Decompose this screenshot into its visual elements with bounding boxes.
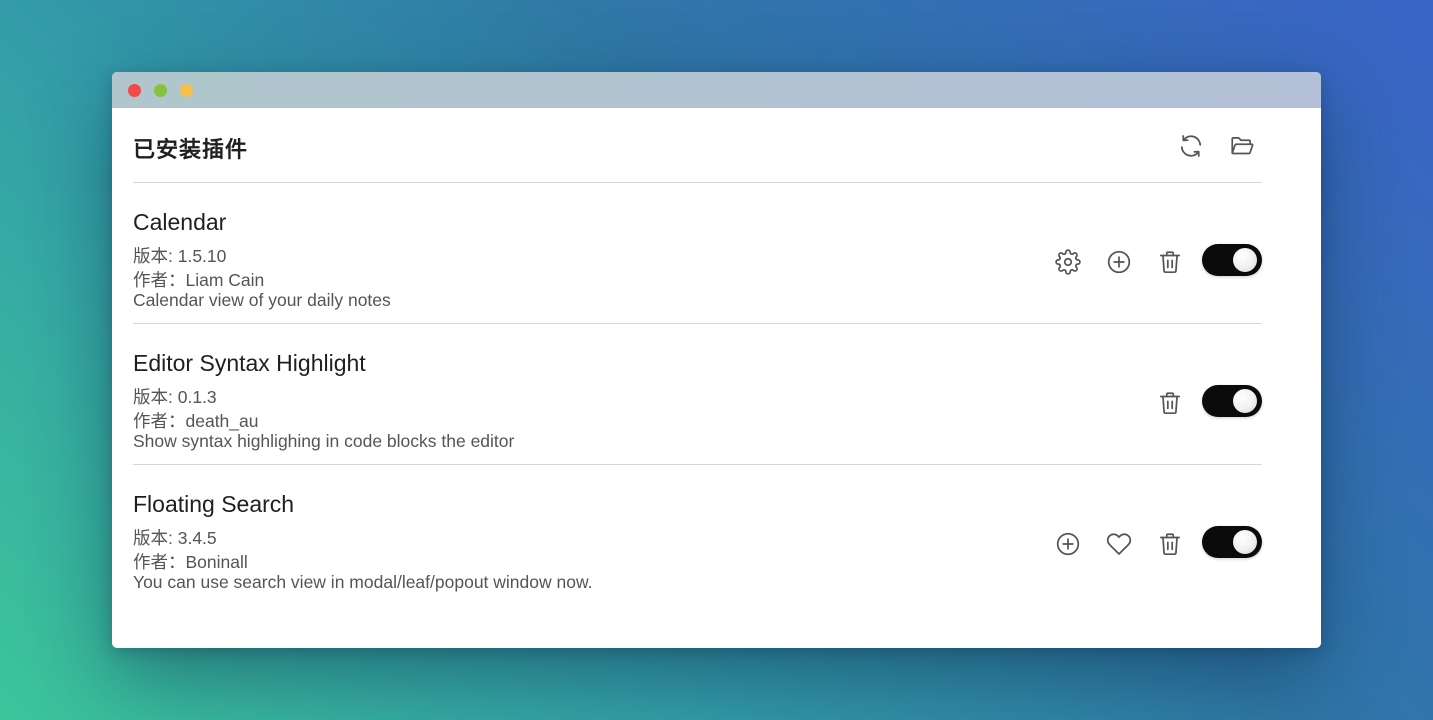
plugin-version: 版本: 3.4.5 — [133, 528, 217, 548]
toggle-knob — [1233, 389, 1257, 413]
toggle-knob — [1233, 530, 1257, 554]
heart-icon — [1106, 533, 1132, 555]
zoom-window-button[interactable] — [180, 84, 193, 97]
panel-header: 已安装插件 — [133, 108, 1262, 183]
gear-icon — [1055, 249, 1081, 275]
plugin-uninstall-button[interactable] — [1153, 245, 1187, 279]
plugin-description: Show syntax highlighing in code blocks t… — [133, 431, 515, 451]
plugin-author: 作者：Boninall — [133, 552, 248, 572]
plugin-support-button[interactable] — [1102, 527, 1136, 561]
plugin-uninstall-button[interactable] — [1153, 527, 1187, 561]
plugins-window: 已安装插件 Calendar 版本: 1.5.10 作者：Liam Cain C… — [112, 72, 1321, 648]
title-bar — [112, 72, 1321, 108]
plugin-author: 作者：death_au — [133, 411, 259, 431]
toggle-knob — [1233, 248, 1257, 272]
trash-icon — [1159, 392, 1181, 415]
refresh-button[interactable] — [1175, 131, 1207, 161]
plugin-name: Editor Syntax Highlight — [133, 350, 366, 376]
page-title: 已安装插件 — [133, 138, 249, 163]
plugin-add-hotkey-button[interactable] — [1051, 527, 1085, 561]
plugin-description: You can use search view in modal/leaf/po… — [133, 572, 593, 592]
plugin-settings-button[interactable] — [1051, 245, 1085, 279]
plugin-enable-toggle[interactable] — [1202, 244, 1262, 276]
plugin-version: 版本: 1.5.10 — [133, 246, 227, 266]
plugin-item-floating-search: Floating Search 版本: 3.4.5 作者：Boninall Yo… — [133, 465, 1262, 605]
close-window-button[interactable] — [128, 84, 141, 97]
plus-circle-icon — [1107, 250, 1131, 274]
plugin-description: Calendar view of your daily notes — [133, 290, 391, 310]
refresh-icon — [1180, 135, 1202, 157]
plugin-author: 作者：Liam Cain — [133, 270, 265, 290]
plugin-uninstall-button[interactable] — [1153, 386, 1187, 420]
plugin-name: Calendar — [133, 209, 227, 235]
trash-icon — [1159, 533, 1181, 556]
open-plugins-folder-button[interactable] — [1226, 131, 1258, 161]
plugin-add-hotkey-button[interactable] — [1102, 245, 1136, 279]
trash-icon — [1159, 251, 1181, 274]
plugin-item-editor-syntax-highlight: Editor Syntax Highlight 版本: 0.1.3 作者：dea… — [133, 324, 1262, 465]
minimize-window-button[interactable] — [154, 84, 167, 97]
plugin-name: Floating Search — [133, 491, 295, 517]
plus-circle-icon — [1056, 532, 1080, 556]
plugin-enable-toggle[interactable] — [1202, 526, 1262, 558]
plugin-list-panel: 已安装插件 Calendar 版本: 1.5.10 作者：Liam Cain C… — [133, 108, 1262, 605]
folder-open-icon — [1231, 137, 1254, 155]
plugin-enable-toggle[interactable] — [1202, 385, 1262, 417]
plugin-item-calendar: Calendar 版本: 1.5.10 作者：Liam Cain Calenda… — [133, 183, 1262, 324]
plugin-version: 版本: 0.1.3 — [133, 387, 217, 407]
